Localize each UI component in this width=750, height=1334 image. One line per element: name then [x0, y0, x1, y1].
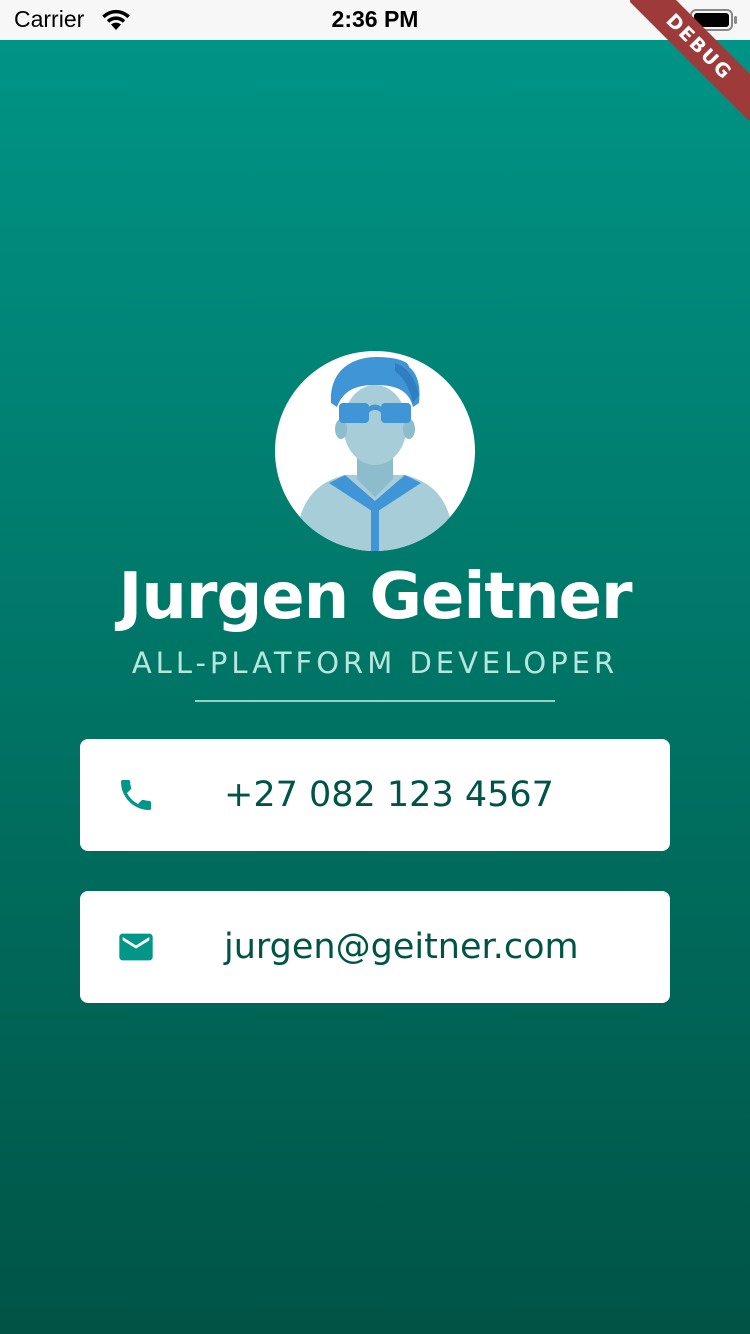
email-icon — [116, 927, 156, 967]
email-card[interactable]: jurgen@geitner.com — [80, 891, 670, 1003]
avatar — [275, 351, 475, 551]
status-bar: Carrier 2:36 PM — [0, 0, 750, 40]
phone-number: +27 082 123 4567 — [224, 775, 554, 815]
phone-icon — [116, 775, 156, 815]
phone-card[interactable]: +27 082 123 4567 — [80, 739, 670, 851]
battery-icon — [690, 9, 738, 31]
email-address: jurgen@geitner.com — [224, 927, 579, 967]
profile-name: Jurgen Geitner — [118, 560, 633, 634]
clock: 2:36 PM — [331, 6, 419, 32]
divider — [195, 700, 555, 702]
profile-title: ALL-PLATFORM DEVELOPER — [131, 646, 619, 680]
developer-avatar-icon — [295, 357, 455, 551]
